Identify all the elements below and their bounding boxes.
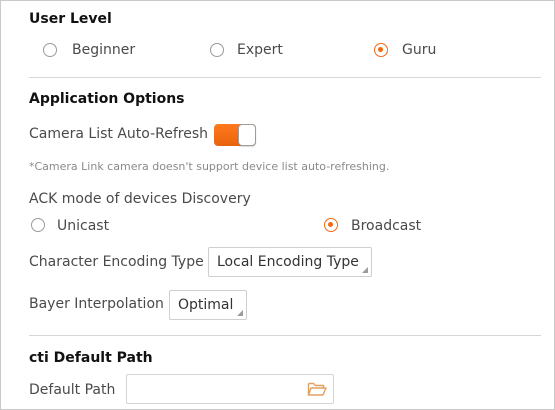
bayer-interpolation-value: Optimal <box>178 297 234 313</box>
cti-default-path-title: cti Default Path <box>29 350 153 366</box>
radio-unicast[interactable] <box>31 218 45 232</box>
radio-broadcast[interactable] <box>324 218 338 232</box>
ack-mode-label: ACK mode of devices Discovery <box>29 191 251 207</box>
radio-expert[interactable] <box>210 43 224 57</box>
camera-list-auto-refresh-label: Camera List Auto-Refresh <box>29 126 208 142</box>
divider <box>29 77 541 78</box>
resize-corner-icon <box>362 267 368 273</box>
default-path-field[interactable] <box>126 374 334 404</box>
radio-expert-label[interactable]: Expert <box>237 42 283 58</box>
user-level-title: User Level <box>29 11 112 27</box>
divider <box>29 335 541 336</box>
application-options-title: Application Options <box>29 91 185 107</box>
toggle-knob <box>238 124 256 146</box>
radio-beginner-label[interactable]: Beginner <box>72 42 135 58</box>
character-encoding-select[interactable]: Local Encoding Type <box>208 247 372 277</box>
bayer-interpolation-select[interactable]: Optimal <box>169 290 247 320</box>
radio-beginner[interactable] <box>43 43 57 57</box>
character-encoding-label: Character Encoding Type <box>29 254 204 270</box>
bayer-interpolation-label: Bayer Interpolation <box>29 296 164 312</box>
default-path-label: Default Path <box>29 382 116 398</box>
radio-guru[interactable] <box>374 43 388 57</box>
camera-list-auto-refresh-toggle[interactable] <box>214 124 256 146</box>
folder-open-icon[interactable] <box>307 381 327 397</box>
camera-link-note: *Camera Link camera doesn't support devi… <box>29 160 390 173</box>
radio-guru-label[interactable]: Guru <box>402 42 436 58</box>
radio-broadcast-label[interactable]: Broadcast <box>351 218 421 234</box>
radio-unicast-label[interactable]: Unicast <box>57 218 109 234</box>
resize-corner-icon <box>237 310 243 316</box>
character-encoding-value: Local Encoding Type <box>217 254 359 270</box>
